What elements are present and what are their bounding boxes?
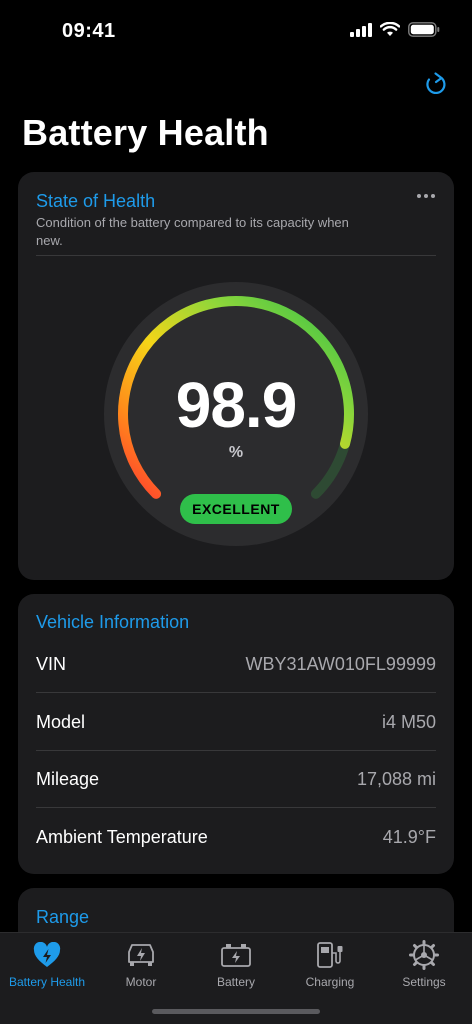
tab-settings[interactable]: Settings	[377, 939, 471, 995]
mileage-value: 17,088 mi	[356, 768, 436, 789]
page-title: Battery Health	[22, 112, 269, 153]
health-value: 98.9	[175, 369, 298, 441]
ambient-temperature-value: 41.9°F	[382, 827, 436, 847]
refresh-icon	[426, 72, 446, 95]
range-title: Range	[36, 907, 90, 927]
motor-icon	[128, 944, 154, 966]
gear-icon	[409, 940, 439, 970]
charging-station-icon	[317, 942, 343, 968]
ellipsis-dot	[417, 194, 421, 198]
tab-charging[interactable]: Charging	[283, 939, 377, 995]
battery-icon	[408, 22, 440, 37]
model-label: Model	[36, 711, 86, 732]
model-value: i4 M50	[381, 711, 436, 732]
status-icons	[350, 22, 440, 37]
mileage-label: Mileage	[36, 768, 100, 789]
vehicle-information-title: Vehicle Information	[36, 612, 190, 632]
state-of-health-description: Condition of the battery compared to its…	[36, 215, 349, 248]
tab-label: Motor	[125, 975, 157, 989]
tab-battery-health[interactable]: Battery Health	[0, 939, 94, 995]
ellipsis-dot	[424, 194, 428, 198]
vin-value: WBY31AW010FL99999	[245, 653, 436, 674]
tab-label: Battery	[216, 975, 255, 989]
divider	[36, 255, 436, 256]
status-bar: 09:41	[0, 0, 472, 60]
vehicle-info-row-ambient-temperature: Ambient Temperature 41.9°F	[36, 809, 436, 866]
vehicle-info-row-vin: VIN WBY31AW010FL99999	[36, 636, 436, 693]
battery-health-heart-icon	[33, 942, 61, 967]
home-indicator[interactable]	[152, 1009, 320, 1014]
tab-label: Battery Health	[8, 975, 86, 989]
tab-motor[interactable]: Motor	[94, 939, 188, 995]
state-of-health-title: State of Health	[36, 191, 156, 211]
health-unit: %	[228, 444, 244, 461]
refresh-button[interactable]	[420, 70, 450, 100]
ellipsis-dot	[431, 194, 435, 198]
vehicle-info-row-model: Model i4 M50	[36, 694, 436, 751]
vehicle-info-row-mileage: Mileage 17,088 mi	[36, 751, 436, 808]
ambient-temperature-label: Ambient Temperature	[36, 827, 208, 847]
more-options-button[interactable]	[412, 186, 440, 206]
cellular-signal-icon	[350, 22, 372, 37]
battery-pack-icon	[221, 944, 251, 967]
vehicle-information-card: Vehicle Information VIN WBY31AW010FL9999…	[18, 594, 454, 874]
status-time: 09:41	[62, 20, 116, 42]
health-rating-badge: EXCELLENT	[180, 494, 292, 524]
wifi-icon	[380, 22, 400, 36]
tab-label: Charging	[305, 975, 355, 989]
vin-label: VIN	[36, 653, 67, 674]
state-of-health-card: State of Health Condition of the battery…	[18, 172, 454, 580]
tab-label: Settings	[402, 975, 446, 989]
tab-battery[interactable]: Battery	[189, 939, 283, 995]
